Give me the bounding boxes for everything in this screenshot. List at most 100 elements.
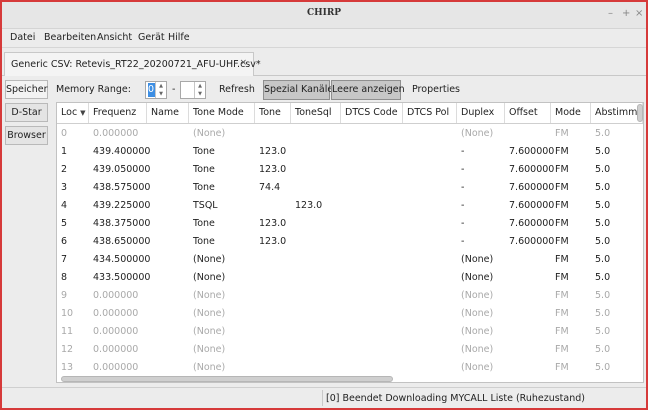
column-header-abstimmung[interactable]: Abstimmun	[591, 103, 643, 123]
cell-dtcs-code[interactable]	[341, 125, 345, 143]
cell-dtcs-pol[interactable]	[403, 359, 407, 377]
cell-tone-mode[interactable]: Tone	[189, 161, 215, 179]
cell-loc[interactable]: 3	[57, 179, 67, 197]
column-header-offset[interactable]: Offset	[505, 103, 551, 123]
cell-duplex[interactable]: (None)	[457, 287, 493, 305]
menu-bearbeiten[interactable]: Bearbeiten	[44, 32, 96, 43]
properties-button[interactable]: Properties	[412, 84, 460, 95]
cell-tone-mode[interactable]: (None)	[189, 359, 225, 377]
table-row[interactable]: 7 434.500000 (None) (None) FM 5.0	[57, 251, 643, 269]
cell-name[interactable]	[147, 197, 151, 215]
cell-abstimmung[interactable]: 5.0	[591, 215, 610, 233]
cell-tonesql[interactable]	[291, 341, 295, 359]
menu-geraet[interactable]: Gerät	[138, 32, 165, 43]
cell-tone[interactable]: 123.0	[255, 215, 286, 233]
spin-up-icon[interactable]: ▲	[195, 82, 205, 90]
cell-offset[interactable]	[505, 287, 509, 305]
cell-offset[interactable]	[505, 341, 509, 359]
cell-dtcs-pol[interactable]	[403, 341, 407, 359]
cell-tone-mode[interactable]: Tone	[189, 179, 215, 197]
cell-abstimmung[interactable]: 5.0	[591, 251, 610, 269]
cell-dtcs-pol[interactable]	[403, 161, 407, 179]
cell-abstimmung[interactable]: 5.0	[591, 305, 610, 323]
cell-loc[interactable]: 11	[57, 323, 73, 341]
cell-tone[interactable]: 123.0	[255, 233, 286, 251]
cell-name[interactable]	[147, 161, 151, 179]
cell-offset[interactable]: 7.600000	[505, 143, 554, 161]
cell-tone[interactable]	[255, 341, 259, 359]
cell-mode[interactable]: FM	[551, 269, 569, 287]
table-row[interactable]: 3 438.575000 Tone 74.4 - 7.600000 FM 5.0	[57, 179, 643, 197]
column-header-duplex[interactable]: Duplex	[457, 103, 505, 123]
cell-abstimmung[interactable]: 5.0	[591, 323, 610, 341]
cell-duplex[interactable]: -	[457, 197, 464, 215]
table-row[interactable]: 1 439.400000 Tone 123.0 - 7.600000 FM 5.0	[57, 143, 643, 161]
cell-name[interactable]	[147, 215, 151, 233]
cell-dtcs-pol[interactable]	[403, 287, 407, 305]
cell-dtcs-pol[interactable]	[403, 251, 407, 269]
cell-tone[interactable]: 123.0	[255, 143, 286, 161]
cell-dtcs-code[interactable]	[341, 251, 345, 269]
cell-mode[interactable]: FM	[551, 251, 569, 269]
cell-tonesql[interactable]	[291, 125, 295, 143]
cell-tonesql[interactable]	[291, 233, 295, 251]
cell-duplex[interactable]: -	[457, 233, 464, 251]
cell-duplex[interactable]: (None)	[457, 323, 493, 341]
cell-dtcs-code[interactable]	[341, 287, 345, 305]
cell-frequenz[interactable]: 439.050000	[89, 161, 150, 179]
cell-abstimmung[interactable]: 5.0	[591, 125, 610, 143]
cell-tone[interactable]	[255, 305, 259, 323]
cell-frequenz[interactable]: 434.500000	[89, 251, 150, 269]
vertical-scrollbar[interactable]	[637, 104, 643, 122]
cell-frequenz[interactable]: 0.000000	[89, 125, 138, 143]
cell-dtcs-code[interactable]	[341, 269, 345, 287]
table-row[interactable]: 2 439.050000 Tone 123.0 - 7.600000 FM 5.0	[57, 161, 643, 179]
file-tab[interactable]: Generic CSV: Retevis_RT22_20200721_AFU-U…	[4, 52, 261, 76]
side-tab-browser[interactable]: Browser	[5, 126, 48, 145]
show-empty-button[interactable]: Leere anzeigen	[331, 80, 405, 100]
cell-tone[interactable]: 123.0	[255, 161, 286, 179]
cell-dtcs-pol[interactable]	[403, 125, 407, 143]
cell-tone-mode[interactable]: Tone	[189, 215, 215, 233]
cell-duplex[interactable]: -	[457, 161, 464, 179]
column-header-tonesql[interactable]: ToneSql	[291, 103, 341, 123]
column-header-dtcs-pol[interactable]: DTCS Pol	[403, 103, 457, 123]
cell-offset[interactable]	[505, 269, 509, 287]
minimize-icon[interactable]: –	[608, 8, 613, 19]
cell-mode[interactable]: FM	[551, 179, 569, 197]
cell-abstimmung[interactable]: 5.0	[591, 197, 610, 215]
cell-duplex[interactable]: (None)	[457, 359, 493, 377]
cell-name[interactable]	[147, 287, 151, 305]
menu-hilfe[interactable]: Hilfe	[168, 32, 190, 43]
cell-loc[interactable]: 1	[57, 143, 67, 161]
cell-mode[interactable]: FM	[551, 287, 569, 305]
cell-dtcs-code[interactable]	[341, 341, 345, 359]
cell-abstimmung[interactable]: 5.0	[591, 359, 610, 377]
cell-frequenz[interactable]: 0.000000	[89, 359, 138, 377]
cell-abstimmung[interactable]: 5.0	[591, 179, 610, 197]
cell-loc[interactable]: 8	[57, 269, 67, 287]
cell-tone-mode[interactable]: (None)	[189, 125, 225, 143]
cell-tone-mode[interactable]: (None)	[189, 287, 225, 305]
range-end-arrows[interactable]: ▲ ▼	[194, 82, 205, 98]
cell-duplex[interactable]: (None)	[457, 341, 493, 359]
cell-duplex[interactable]: -	[457, 215, 464, 233]
cell-abstimmung[interactable]: 5.0	[591, 161, 610, 179]
cell-tonesql[interactable]	[291, 359, 295, 377]
cell-frequenz[interactable]: 438.650000	[89, 233, 150, 251]
cell-dtcs-pol[interactable]	[403, 179, 407, 197]
close-icon[interactable]: ×	[635, 8, 643, 19]
cell-abstimmung[interactable]: 5.0	[591, 341, 610, 359]
range-start-arrows[interactable]: ▲ ▼	[155, 82, 166, 98]
cell-tonesql[interactable]	[291, 287, 295, 305]
cell-tonesql[interactable]: 123.0	[291, 197, 322, 215]
table-row[interactable]: 8 433.500000 (None) (None) FM 5.0	[57, 269, 643, 287]
cell-name[interactable]	[147, 143, 151, 161]
cell-abstimmung[interactable]: 5.0	[591, 233, 610, 251]
cell-loc[interactable]: 2	[57, 161, 67, 179]
cell-duplex[interactable]: -	[457, 143, 464, 161]
cell-tone-mode[interactable]: (None)	[189, 269, 225, 287]
cell-abstimmung[interactable]: 5.0	[591, 287, 610, 305]
cell-mode[interactable]: FM	[551, 161, 569, 179]
cell-offset[interactable]	[505, 323, 509, 341]
